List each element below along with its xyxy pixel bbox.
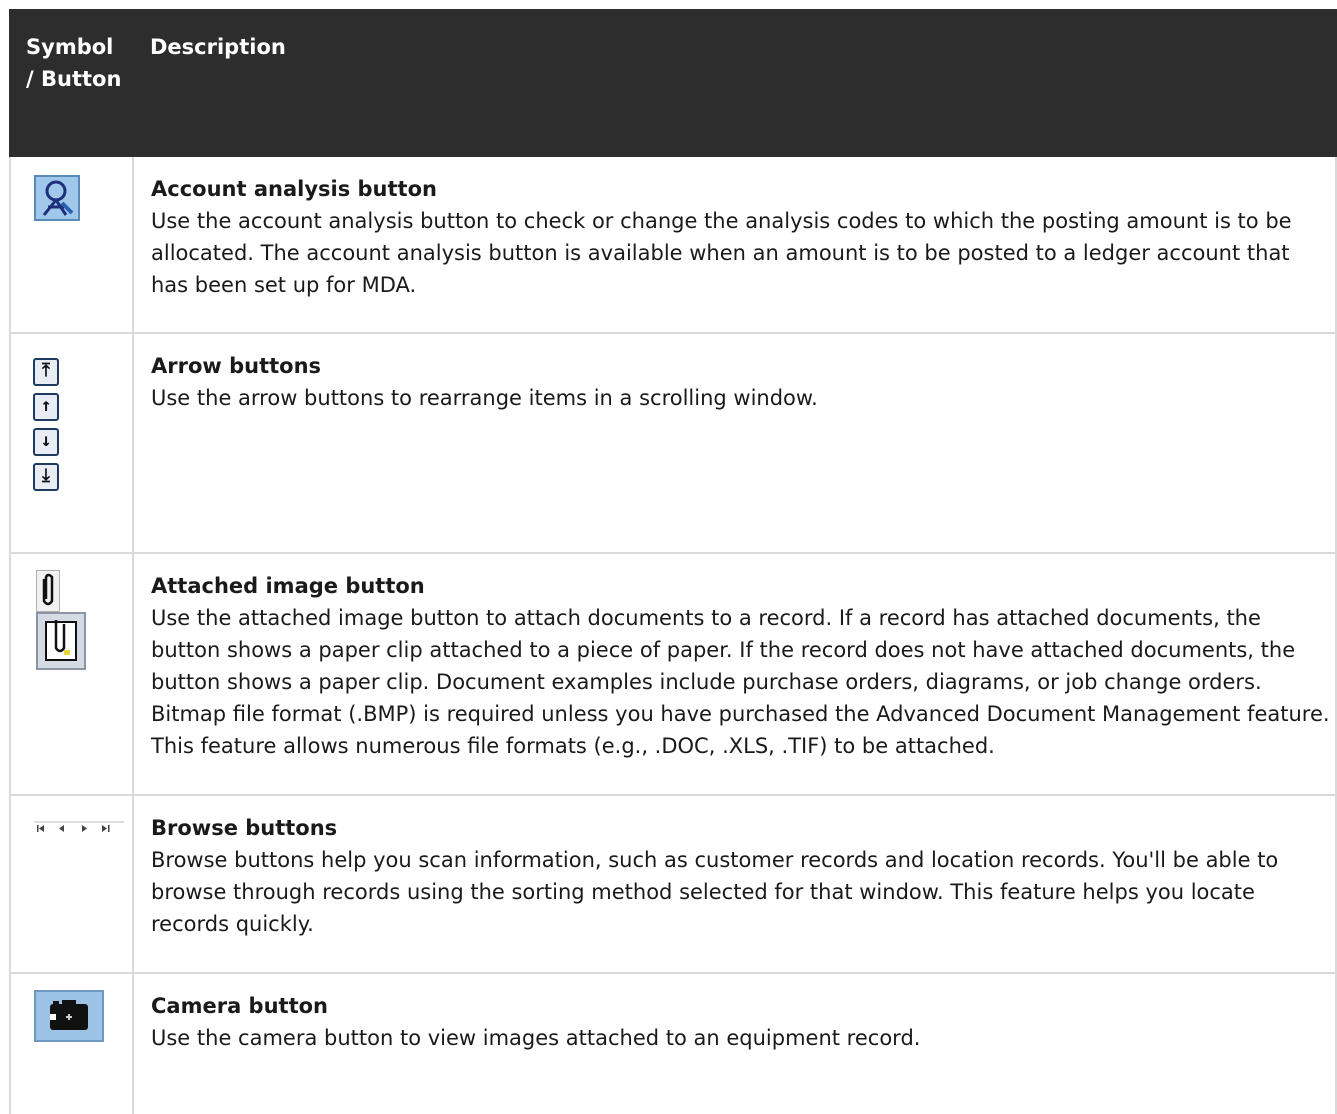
description-cell: Account analysis button Use the account … [151, 173, 1333, 301]
description-cell: Browse buttons Browse buttons help you s… [151, 812, 1333, 940]
row-title: Camera button [151, 994, 328, 1018]
camera-icon [34, 990, 104, 1042]
row-title: Arrow buttons [151, 354, 322, 378]
table-row: ⤒ ↑ ↓ ⤓ Arrow buttons Use the arrow butt… [9, 334, 1337, 554]
symbol-cell [9, 157, 134, 332]
symbol-cell [9, 796, 134, 972]
row-title: Account analysis button [151, 177, 437, 201]
browse-buttons-icon [34, 820, 124, 840]
row-body: Use the camera button to view images att… [151, 1026, 921, 1050]
row-body: Browse buttons help you scan information… [151, 848, 1279, 936]
row-body: Use the arrow buttons to rearrange items… [151, 386, 818, 410]
table-row: Attached image button Use the attached i… [9, 554, 1337, 796]
header-symbol: Symbol / Button [26, 35, 122, 91]
symbol-cell [9, 554, 134, 794]
row-title: Browse buttons [151, 816, 338, 840]
table-header: Symbol / Button Description [9, 9, 1337, 157]
paperclip-document-icon [36, 612, 86, 670]
row-body: Use the attached image button to attach … [151, 606, 1330, 758]
header-description: Description [150, 35, 286, 59]
symbol-cell: ⤒ ↑ ↓ ⤓ [9, 334, 134, 552]
description-cell: Camera button Use the camera button to v… [151, 990, 1333, 1054]
table-row: Browse buttons Browse buttons help you s… [9, 796, 1337, 974]
table-row: Camera button Use the camera button to v… [9, 974, 1337, 1114]
symbol-cell [9, 974, 134, 1114]
description-cell: Arrow buttons Use the arrow buttons to r… [151, 350, 1333, 414]
paperclip-icon [36, 570, 60, 612]
row-title: Attached image button [151, 574, 425, 598]
table-row: Account analysis button Use the account … [9, 157, 1337, 334]
arrow-buttons-icon: ⤒ ↑ ↓ ⤓ [11, 334, 131, 534]
row-body: Use the account analysis button to check… [151, 209, 1292, 297]
account-analysis-icon [34, 175, 80, 221]
buttons-table: Symbol / Button Description Account anal… [9, 9, 1337, 1114]
description-cell: Attached image button Use the attached i… [151, 570, 1333, 762]
